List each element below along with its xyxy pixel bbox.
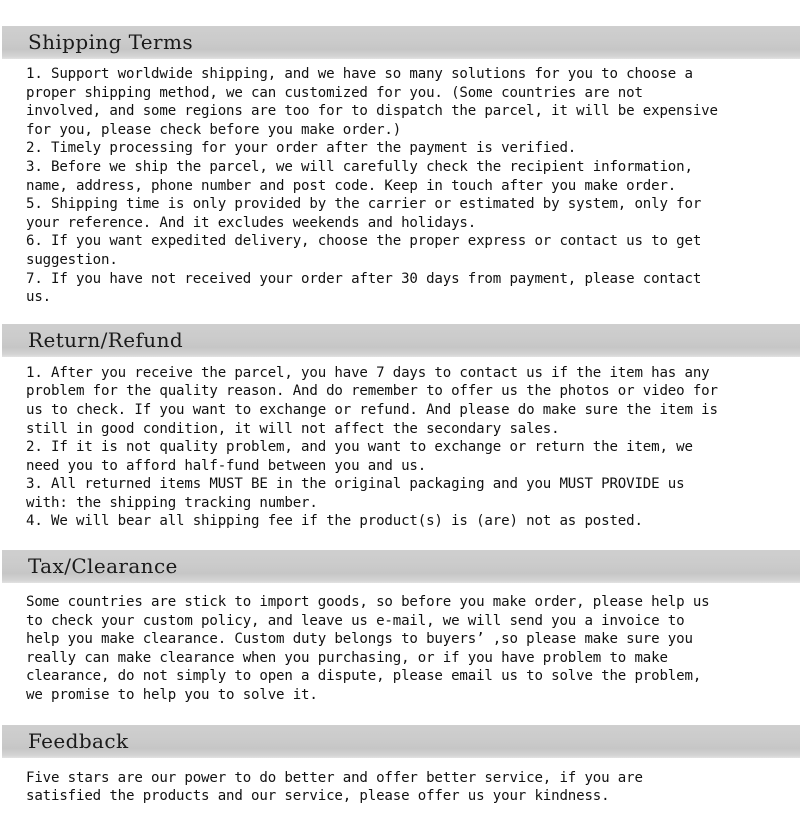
policy-line: 2. Timely processing for your order afte…	[26, 140, 577, 157]
policy-line: 6. If you want expedited delivery, choos…	[26, 233, 702, 250]
policy-line: still in good condition, it will not aff…	[26, 420, 560, 437]
policy-line: satisfied the products and our service, …	[26, 788, 610, 805]
policy-line: really can make clearance when you purch…	[26, 649, 668, 666]
policy-line: need you to afford half-fund between you…	[26, 457, 427, 474]
policy-line: we promise to help you to solve it.	[26, 687, 318, 704]
policy-line: your reference. And it excludes weekends…	[26, 214, 477, 231]
section-tax-clearance: Tax/Clearance Some countries are stick t…	[0, 550, 800, 705]
policy-line: help you make clearance. Custom duty bel…	[26, 631, 693, 648]
policy-line: us to check. If you want to exchange or …	[26, 401, 718, 418]
section-return-refund: Return/Refund 1. After you receive the p…	[0, 323, 800, 531]
section-header-feedback: Feedback	[2, 724, 800, 758]
policy-line: 5. Shipping time is only provided by the…	[26, 196, 702, 213]
policy-line: Some countries are stick to import goods…	[26, 594, 710, 611]
policy-line: proper shipping method, we can customize…	[26, 84, 643, 101]
policy-line: name, address, phone number and post cod…	[26, 177, 677, 194]
section-title-shipping-terms: Shipping Terms	[28, 30, 194, 54]
policy-line: to check your custom policy, and leave u…	[26, 612, 685, 629]
policy-line: involved, and some regions are too for t…	[26, 103, 718, 120]
section-feedback: Feedback Five stars are our power to do …	[0, 724, 800, 806]
section-body-shipping-terms: 1. Support worldwide shipping, and we ha…	[0, 59, 800, 307]
policy-line: clearance, do not simply to open a dispu…	[26, 668, 702, 685]
section-title-feedback: Feedback	[28, 728, 129, 753]
policy-line: 4. We will bear all shipping fee if the …	[26, 513, 643, 530]
section-header-shipping-terms: Shipping Terms	[2, 26, 800, 59]
policy-line: with: the shipping tracking number.	[26, 494, 318, 511]
section-title-return-refund: Return/Refund	[28, 327, 184, 352]
section-body-tax-clearance: Some countries are stick to import goods…	[0, 583, 800, 705]
policy-line: 3. All returned items MUST BE in the ori…	[26, 476, 685, 493]
policy-line: 2. If it is not quality problem, and you…	[26, 439, 693, 456]
policy-line: problem for the quality reason. And do r…	[26, 383, 718, 400]
policy-line: 1. Support worldwide shipping, and we ha…	[26, 66, 693, 82]
section-body-return-refund: 1. After you receive the parcel, you hav…	[0, 357, 800, 531]
policy-line: for you, please check before you make or…	[26, 121, 402, 138]
policy-line: 7. If you have not received your order a…	[26, 270, 702, 287]
section-header-tax-clearance: Tax/Clearance	[2, 550, 800, 584]
section-body-feedback: Five stars are our power to do better an…	[0, 758, 800, 806]
policy-line: 3. Before we ship the parcel, we will ca…	[26, 158, 693, 175]
section-title-tax-clearance: Tax/Clearance	[28, 554, 178, 579]
section-shipping-terms: Shipping Terms 1. Support worldwide ship…	[0, 26, 800, 307]
section-header-return-refund: Return/Refund	[2, 323, 800, 357]
policy-info-page: Shipping Terms 1. Support worldwide ship…	[0, 26, 800, 826]
policy-line: us.	[26, 289, 52, 306]
policy-line: suggestion.	[26, 251, 118, 268]
policy-line: 1. After you receive the parcel, you hav…	[26, 364, 710, 381]
policy-line: Five stars are our power to do better an…	[26, 769, 643, 786]
